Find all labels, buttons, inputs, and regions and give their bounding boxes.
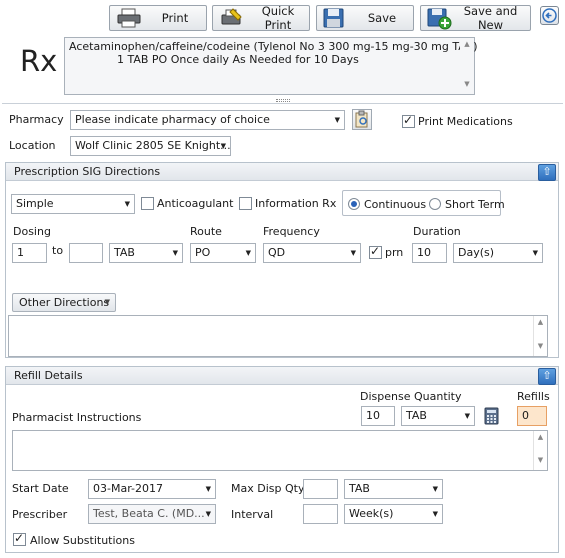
clipboard-search-icon [355,110,368,128]
arrow-up-icon: ⇧ [542,369,552,382]
pharmacy-label: Pharmacy [9,113,64,126]
medication-line: Acetaminophen/caffeine/codeine (Tylenol … [69,40,478,53]
other-directions-button[interactable]: Other Directions ▼ [12,293,116,312]
print-label: Print [161,11,189,25]
sig-section-title: Prescription SIG Directions [14,165,161,178]
sig-line: 1 TAB PO Once daily As Needed for 10 Day… [117,53,359,66]
max-disp-qty-label: Max Disp Qty [231,482,305,495]
save-and-new-icon [427,8,453,33]
continuous-label: Continuous [364,198,427,211]
location-select[interactable]: Wolf Clinic 2805 SE Knight... [70,136,231,156]
quick-print-label: Quick Print [261,4,295,32]
short-term-label: Short Term [445,198,505,211]
other-directions-label: Other Directions [19,296,110,309]
information-rx-checkbox[interactable] [239,197,252,210]
duration-label: Duration [413,225,461,238]
printer-icon [116,8,142,31]
information-rx-label: Information Rx [255,197,337,210]
splitter-handle[interactable] [276,99,290,102]
start-date-label: Start Date [12,482,69,495]
max-disp-unit-select[interactable]: TAB [344,479,443,499]
prn-checkbox[interactable] [369,244,382,259]
route-label: Route [190,225,222,238]
duration-input[interactable]: 10 [412,243,447,263]
calculator-icon[interactable] [484,407,500,425]
dose-to-input[interactable] [69,243,103,263]
interval-label: Interval [231,508,274,521]
refills-input[interactable]: 0 [517,406,547,426]
sig-mode-select[interactable]: Simple [11,194,135,214]
pharmacist-instructions-label: Pharmacist Instructions [12,411,142,424]
dose-unit-select[interactable]: TAB [109,243,183,263]
save-button[interactable]: Save [316,5,414,31]
prescriber-select[interactable]: Test, Beata C. (MD... [88,504,216,524]
print-medications-label: Print Medications [418,115,513,128]
route-select[interactable]: PO [190,243,256,263]
summary-scrollbar[interactable]: ▲ ▼ [460,38,474,94]
other-directions-textarea[interactable]: ▲ ▼ [8,315,548,357]
save-and-new-label: Save and New [463,4,518,32]
pharmacy-select[interactable]: Please indicate pharmacy of choice [70,110,345,130]
prescriber-label: Prescriber [12,508,68,521]
save-and-new-button[interactable]: Save and New [420,4,531,33]
dosing-label: Dosing [13,225,51,238]
print-button[interactable]: Print [109,5,207,31]
anticoagulant-label: Anticoagulant [157,197,234,210]
to-label: to [52,244,64,257]
max-disp-qty-input[interactable] [303,479,338,499]
dispense-quantity-input[interactable]: 10 [361,406,395,426]
dose-from-input[interactable]: 1 [12,243,47,263]
chevron-down-icon: ▼ [104,298,110,306]
arrow-left-circle-icon [542,8,557,23]
arrow-up-icon: ⇧ [542,165,552,178]
duration-unit-select[interactable]: Day(s) [453,243,543,263]
back-button[interactable] [540,6,559,25]
save-label: Save [367,11,397,25]
sig-section-header: Prescription SIG Directions ⇧ [6,163,558,181]
interval-input[interactable] [303,504,338,524]
quick-print-icon [219,8,245,31]
dispense-quantity-label: Dispense Quantity [360,390,462,403]
refill-section-title: Refill Details [14,369,83,382]
refills-label: Refills [517,390,550,403]
print-medications-checkbox[interactable] [402,113,415,128]
quick-print-button[interactable]: Quick Print [212,4,310,32]
prn-label: prn [385,246,404,259]
allow-substitutions-label: Allow Substitutions [30,534,135,547]
interval-unit-select[interactable]: Week(s) [344,504,443,524]
pharmacy-lookup-button[interactable] [352,109,372,130]
frequency-label: Frequency [263,225,320,238]
start-date-picker[interactable]: 03-Mar-2017 [88,479,216,499]
frequency-select[interactable]: QD [263,243,361,263]
anticoagulant-checkbox[interactable] [141,197,154,210]
location-label: Location [9,139,56,152]
dispense-unit-select[interactable]: TAB [401,406,475,426]
continuous-radio[interactable] [348,198,360,210]
pharmacist-instructions-textarea[interactable]: ▲ ▼ [12,430,548,471]
pharmacist-instructions-scrollbar[interactable]: ▲ ▼ [533,431,547,470]
other-directions-scrollbar[interactable]: ▲ ▼ [533,316,547,356]
collapse-refill-button[interactable]: ⇧ [538,368,556,385]
collapse-sig-button[interactable]: ⇧ [538,164,556,181]
refill-section-header: Refill Details ⇧ [6,367,558,385]
rx-summary-box: Acetaminophen/caffeine/codeine (Tylenol … [64,37,478,95]
allow-substitutions-checkbox[interactable] [13,531,26,546]
rx-logo: Rx [20,44,58,78]
short-term-radio[interactable] [429,198,441,210]
floppy-disk-icon [323,8,345,31]
divider [2,103,563,104]
